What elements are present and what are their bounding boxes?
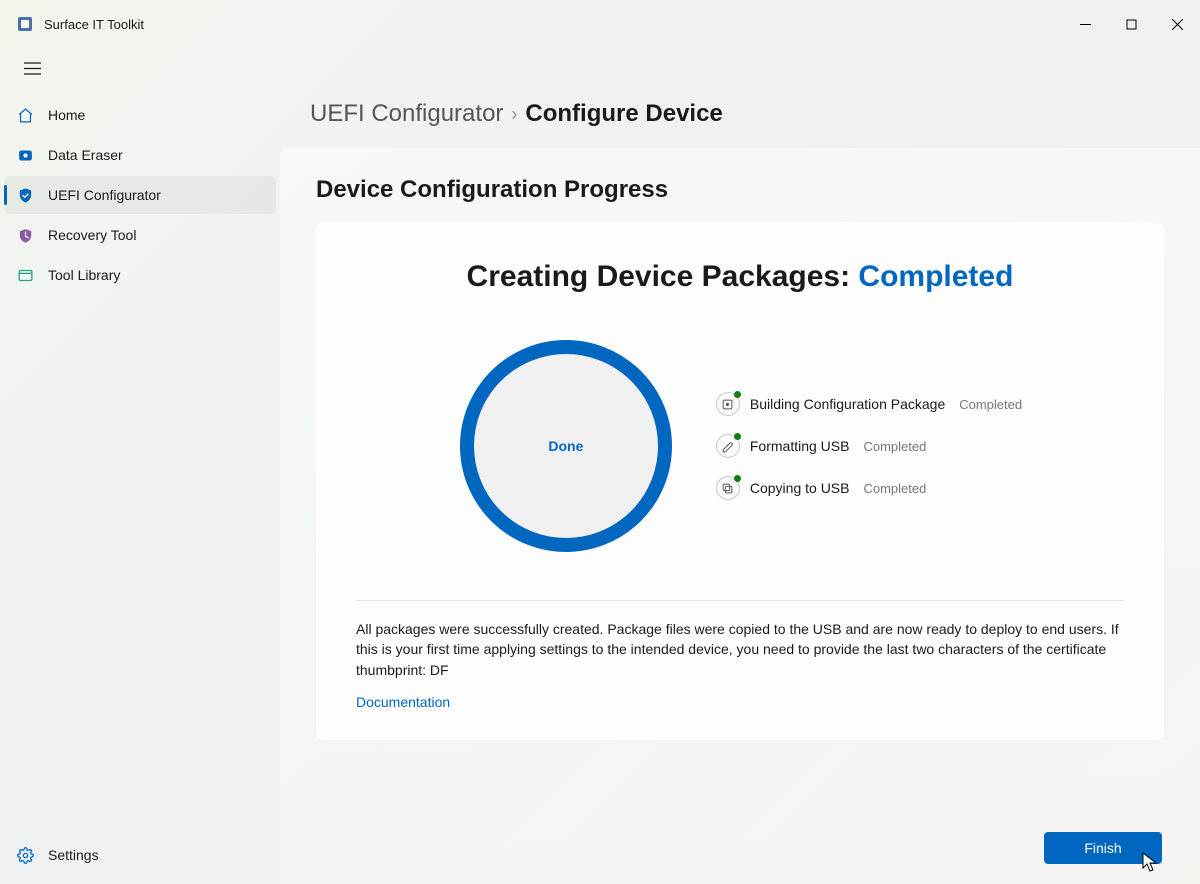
breadcrumb: UEFI Configurator › Configure Device [310, 100, 1200, 128]
eraser-icon [16, 146, 34, 164]
copy-icon [716, 476, 740, 500]
step-status: Completed [863, 481, 926, 496]
heading-status: Completed [858, 260, 1013, 293]
format-icon [716, 434, 740, 458]
close-button[interactable] [1154, 8, 1200, 40]
sidebar-item-settings[interactable]: Settings [4, 836, 276, 874]
step-label: Formatting USB [750, 438, 850, 454]
heading-prefix: Creating Device Packages: [467, 260, 851, 293]
window-controls [1062, 8, 1200, 40]
package-heading: Creating Device Packages: Completed [356, 260, 1124, 294]
breadcrumb-parent[interactable]: UEFI Configurator [310, 100, 503, 128]
hamburger-menu-button[interactable] [12, 50, 52, 86]
progress-ring: Done [458, 338, 674, 554]
section-title: Device Configuration Progress [316, 176, 1164, 204]
maximize-button[interactable] [1108, 8, 1154, 40]
shield-icon [16, 186, 34, 204]
sidebar-item-recovery-tool[interactable]: Recovery Tool [4, 216, 276, 254]
breadcrumb-current: Configure Device [525, 100, 722, 128]
ring-label: Done [458, 338, 674, 554]
sidebar-item-label: Settings [48, 847, 99, 863]
progress-card: Creating Device Packages: Completed Done [316, 222, 1164, 740]
divider [356, 600, 1124, 601]
home-icon [16, 106, 34, 124]
main-content: UEFI Configurator › Configure Device Dev… [280, 88, 1200, 884]
sidebar: Home Data Eraser UEFI [0, 88, 280, 884]
step-item: Building Configuration Package Completed [716, 392, 1022, 416]
title-bar: Surface IT Toolkit [0, 0, 1200, 48]
sidebar-item-data-eraser[interactable]: Data Eraser [4, 136, 276, 174]
finish-button[interactable]: Finish [1044, 832, 1162, 864]
gear-icon [16, 846, 34, 864]
recovery-icon [16, 226, 34, 244]
sidebar-item-label: Home [48, 107, 85, 123]
package-icon [716, 392, 740, 416]
sidebar-item-label: Tool Library [48, 267, 120, 283]
step-item: Formatting USB Completed [716, 434, 1022, 458]
step-list: Building Configuration Package Completed… [716, 392, 1022, 500]
sidebar-item-label: UEFI Configurator [48, 187, 161, 203]
sidebar-item-home[interactable]: Home [4, 96, 276, 134]
documentation-link[interactable]: Documentation [356, 694, 1124, 710]
sidebar-item-label: Data Eraser [48, 147, 123, 163]
app-icon [16, 15, 34, 33]
sidebar-item-uefi-configurator[interactable]: UEFI Configurator [4, 176, 276, 214]
step-label: Building Configuration Package [750, 396, 945, 412]
result-description: All packages were successfully created. … [356, 619, 1124, 680]
step-status: Completed [863, 439, 926, 454]
step-status: Completed [959, 397, 1022, 412]
app-title: Surface IT Toolkit [44, 17, 144, 32]
step-label: Copying to USB [750, 480, 850, 496]
library-icon [16, 266, 34, 284]
sidebar-item-tool-library[interactable]: Tool Library [4, 256, 276, 294]
sidebar-item-label: Recovery Tool [48, 227, 136, 243]
chevron-right-icon: › [511, 104, 517, 125]
minimize-button[interactable] [1062, 8, 1108, 40]
content-card: Device Configuration Progress Creating D… [280, 148, 1200, 884]
step-item: Copying to USB Completed [716, 476, 1022, 500]
